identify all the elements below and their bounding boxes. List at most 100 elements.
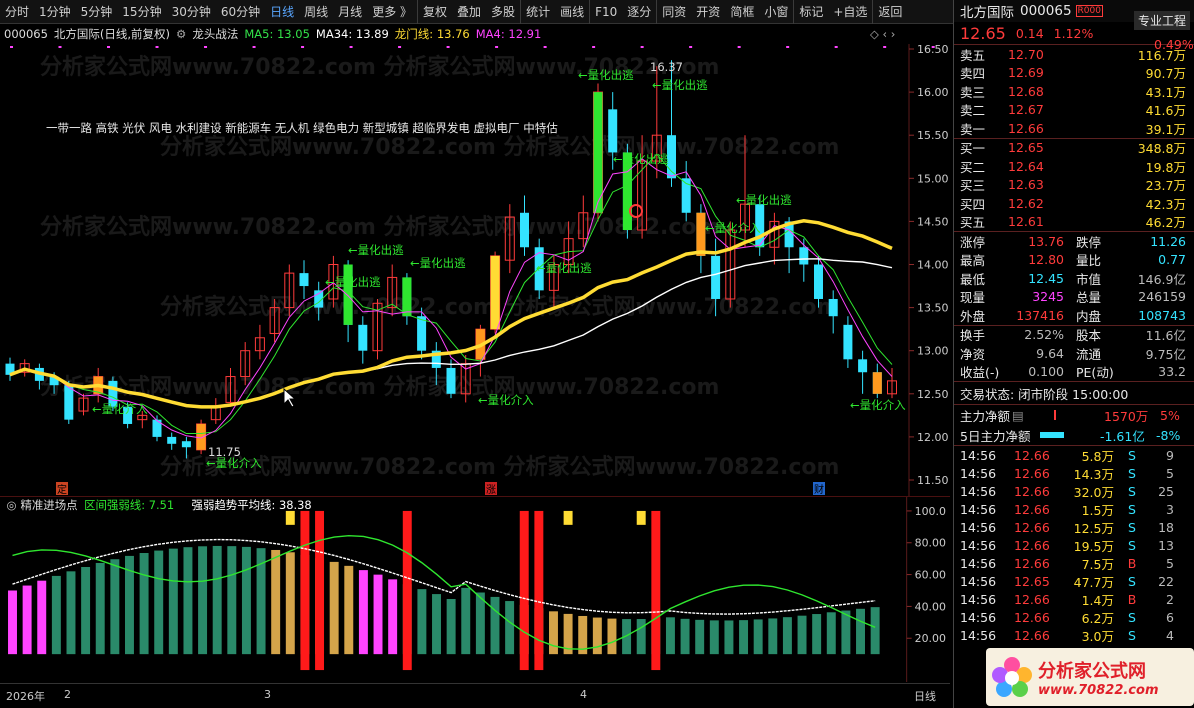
chart-options-icon[interactable]: ◇ ‹ ›	[870, 27, 895, 41]
fundamental-table: 换手 2.52% 股本 11.6亿 净资 9.64 流通 9.75亿 收益(-) 0.100 PE(…	[954, 326, 1194, 382]
strength-bar	[636, 619, 646, 655]
bid-level-volume: 23.7万	[1145, 178, 1186, 194]
tick-price: 12.66	[1014, 555, 1050, 571]
toolbar-item-2[interactable]: 5分钟	[76, 0, 118, 24]
candle-body	[64, 385, 74, 420]
toolbar-item-21[interactable]: 标记	[793, 0, 828, 24]
bid-level-volume: 19.8万	[1145, 159, 1186, 175]
price-tick-label: 12.50	[917, 388, 949, 401]
toolbar-item-14[interactable]: 画线	[555, 0, 589, 24]
trade-state: 交易状态: 闭市阶段 15:00:00	[960, 386, 1129, 402]
escape-annotation: ←量化出逃	[578, 68, 634, 82]
tick-volume: 6.2万	[1081, 610, 1114, 626]
signal-dot	[495, 46, 499, 48]
toolbar-item-5[interactable]: 60分钟	[216, 0, 265, 24]
toolbar-item-23[interactable]: 返回	[872, 0, 907, 24]
signal-dot	[301, 46, 305, 48]
escape-annotation: ←量化出逃	[613, 152, 669, 166]
ask-level-volume: 41.6万	[1145, 103, 1186, 119]
list-icon[interactable]: ▤	[1012, 408, 1024, 423]
stat-label: 跌停	[1076, 234, 1102, 250]
toolbar-item-22[interactable]: +自选	[828, 0, 872, 24]
toolbar-item-10[interactable]: 复权	[417, 0, 452, 24]
toolbar-item-12[interactable]: 多股	[486, 0, 520, 24]
toolbar-item-17[interactable]: 同资	[656, 0, 691, 24]
strength-bar	[110, 559, 120, 655]
toolbar-item-0[interactable]: 分时	[0, 0, 34, 24]
tick-count: 4	[1166, 627, 1174, 643]
date-axis: 2026年 2 3 4 日线	[0, 683, 950, 708]
tick-price: 12.66	[1014, 519, 1050, 535]
strength-bar	[870, 607, 880, 655]
strength-bar	[782, 617, 792, 655]
main-net-label: 主力净额	[960, 408, 1011, 424]
signal-dot	[786, 46, 790, 48]
tick-list[interactable]: 14:56 12.66 5.8万 S 9 14:56 12.66 14.3万 S 5 14:56 12…	[954, 446, 1194, 644]
candle-body	[299, 273, 309, 287]
signal-dot	[10, 46, 13, 48]
tick-count: 25	[1158, 483, 1174, 499]
toolbar-item-19[interactable]: 简框	[725, 0, 759, 24]
toolbar-item-13[interactable]: 统计	[520, 0, 555, 24]
entry-point-subchart[interactable]: ◎ 精准进场点 区间强弱线: 7.51 强弱趋势平均线: 38.38 100.0 80.0…	[0, 496, 950, 682]
toolbar-item-15[interactable]: F10	[589, 0, 622, 24]
site-logo: 分析家公式网 www.70822.com	[986, 648, 1194, 706]
toolbar-item-16[interactable]: 逐分	[622, 0, 656, 24]
toolbar-item-8[interactable]: 月线	[333, 0, 367, 24]
escape-annotation: ←量化出逃	[536, 261, 592, 275]
tick-count: 18	[1158, 519, 1174, 535]
stat-value: 11.26	[1150, 233, 1186, 249]
sub-tick-label: 20.00	[915, 632, 946, 645]
date-year: 2026年	[6, 690, 45, 703]
signal-candle-body	[872, 372, 882, 394]
pro-tab[interactable]: 专业工程	[1134, 11, 1191, 30]
ding-marker: 定	[57, 483, 67, 496]
tick-time: 14:56	[960, 627, 997, 643]
toolbar-item-18[interactable]: 开资	[691, 0, 725, 24]
ma5-value: MA5: 13.05	[244, 27, 310, 41]
ask-level-price: 12.66	[1008, 120, 1044, 136]
gear-icon[interactable]: ⚙	[176, 27, 186, 41]
signal-dot	[883, 46, 887, 48]
entry-annotation: ←量化介入	[92, 402, 148, 416]
tick-count: 9	[1166, 447, 1174, 463]
main-net-pct: 5%	[1160, 407, 1180, 423]
strength-bar	[461, 587, 471, 655]
toolbar-item-3[interactable]: 15分钟	[117, 0, 166, 24]
tick-side: S	[1128, 465, 1136, 481]
price-tick-label: 15.00	[917, 172, 949, 185]
toolbar-item-1[interactable]: 1分钟	[34, 0, 76, 24]
toolbar-item-7[interactable]: 周线	[299, 0, 333, 24]
candlestick-chart[interactable]: 16.50 16.00 15.50 15.00 14.50 14.00 13.50 13.00…	[0, 44, 950, 496]
period-tab[interactable]: 日线	[914, 688, 936, 704]
toolbar-item-4[interactable]: 30分钟	[167, 0, 216, 24]
toolbar-item-6[interactable]: 日线	[265, 0, 299, 24]
bid-level-row: 买三 12.63 23.7万	[954, 176, 1194, 195]
toolbar-item-20[interactable]: 小窗	[759, 0, 793, 24]
price-tick-label: 13.00	[917, 345, 949, 358]
stat-value: 246159	[1138, 289, 1186, 305]
signal-dot	[737, 46, 741, 48]
stat-value: 137416	[1016, 307, 1064, 323]
tick-count: 13	[1158, 537, 1174, 553]
strength-bar	[154, 550, 164, 655]
toolbar-item-9[interactable]: 更多 》	[367, 0, 417, 24]
subchart-title: 精准进场点	[20, 498, 77, 512]
bid-level-price: 12.63	[1008, 177, 1044, 193]
stat-value: 0.77	[1158, 252, 1186, 268]
indicator-status-bar: 000065 北方国际 (日线,前复权) ⚙ 龙头战法 MA5: 13.05 M…	[0, 24, 950, 44]
strength-bar	[51, 575, 61, 655]
red-signal-bar	[534, 510, 544, 671]
bid-level-volume: 46.2万	[1145, 215, 1186, 231]
tick-row: 14:56 12.66 6.2万 S 6	[954, 608, 1194, 626]
ask-level-volume: 39.1万	[1145, 121, 1186, 137]
toolbar-item-11[interactable]: 叠加	[452, 0, 486, 24]
date-month-2: 2	[64, 688, 71, 701]
strength-avg-label: 强弱趋势平均线: 38.38	[192, 498, 312, 512]
indicator-name[interactable]: 龙头战法	[192, 26, 238, 42]
bid-level-row: 买四 12.62 42.3万	[954, 194, 1194, 213]
stat-value: 12.45	[1028, 270, 1064, 286]
tick-time: 14:56	[960, 591, 997, 607]
candle-body	[181, 441, 191, 448]
fund-label: 收益(-)	[960, 365, 1000, 381]
